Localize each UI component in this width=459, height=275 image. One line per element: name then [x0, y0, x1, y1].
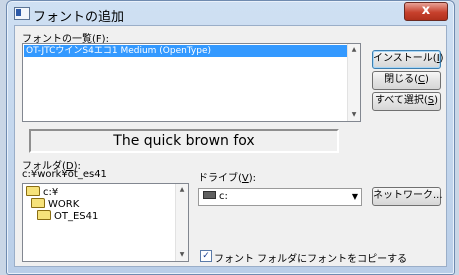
copy-to-fonts-label[interactable]: フォント フォルダにフォントをコピーする: [214, 250, 407, 265]
install-button[interactable]: インストール(I): [372, 50, 444, 69]
open-folder-icon: [31, 198, 45, 208]
dialog-body: フォントの一覧(F): OT-JTCウインS4エコ1 Medium (OpenT…: [14, 25, 447, 267]
folder-tree-scrollbar[interactable]: ▲ ▼: [175, 184, 188, 261]
font-list[interactable]: OT-JTCウインS4エコ1 Medium (OpenType) ▲ ▼: [22, 43, 361, 122]
scroll-up-arrow-icon[interactable]: ▲: [176, 184, 188, 196]
close-window-button[interactable]: x: [404, 2, 448, 21]
open-folder-icon: [37, 210, 51, 220]
network-button[interactable]: ネットワーク...: [372, 187, 443, 206]
scroll-down-arrow-icon[interactable]: ▼: [176, 249, 188, 261]
font-list-scrollbar[interactable]: ▲ ▼: [347, 44, 360, 121]
drive-select[interactable]: c: ▼: [198, 188, 362, 206]
window-icon: [14, 7, 30, 20]
close-button[interactable]: 閉じる(C): [372, 71, 441, 90]
drive-value: c:: [219, 191, 228, 202]
add-fonts-dialog: フォントの追加 x フォントの一覧(F): OT-JTCウインS4エコ1 Med…: [6, 0, 455, 275]
font-list-item-selected[interactable]: OT-JTCウインS4エコ1 Medium (OpenType): [24, 45, 347, 57]
folder-tree-item-ot-es41[interactable]: OT_ES41: [37, 210, 98, 223]
drive-label: ドライブ(V):: [198, 173, 257, 184]
chevron-down-icon[interactable]: ▼: [352, 189, 358, 205]
hard-drive-icon: [203, 191, 216, 199]
open-folder-icon: [26, 186, 40, 196]
font-preview: The quick brown fox: [29, 129, 339, 153]
title-bar[interactable]: フォントの追加 x: [7, 1, 454, 25]
select-all-button[interactable]: すべて選択(S): [372, 92, 441, 111]
copy-to-fonts-checkbox[interactable]: ✓: [200, 250, 212, 262]
folder-path: c:¥work¥ot_es41: [22, 169, 107, 180]
scroll-down-arrow-icon[interactable]: ▼: [348, 109, 360, 121]
window-title: フォントの追加: [33, 10, 125, 25]
scroll-up-arrow-icon[interactable]: ▲: [348, 44, 360, 56]
folder-tree[interactable]: c:¥ WORK OT_ES41 ▲ ▼: [22, 183, 189, 262]
